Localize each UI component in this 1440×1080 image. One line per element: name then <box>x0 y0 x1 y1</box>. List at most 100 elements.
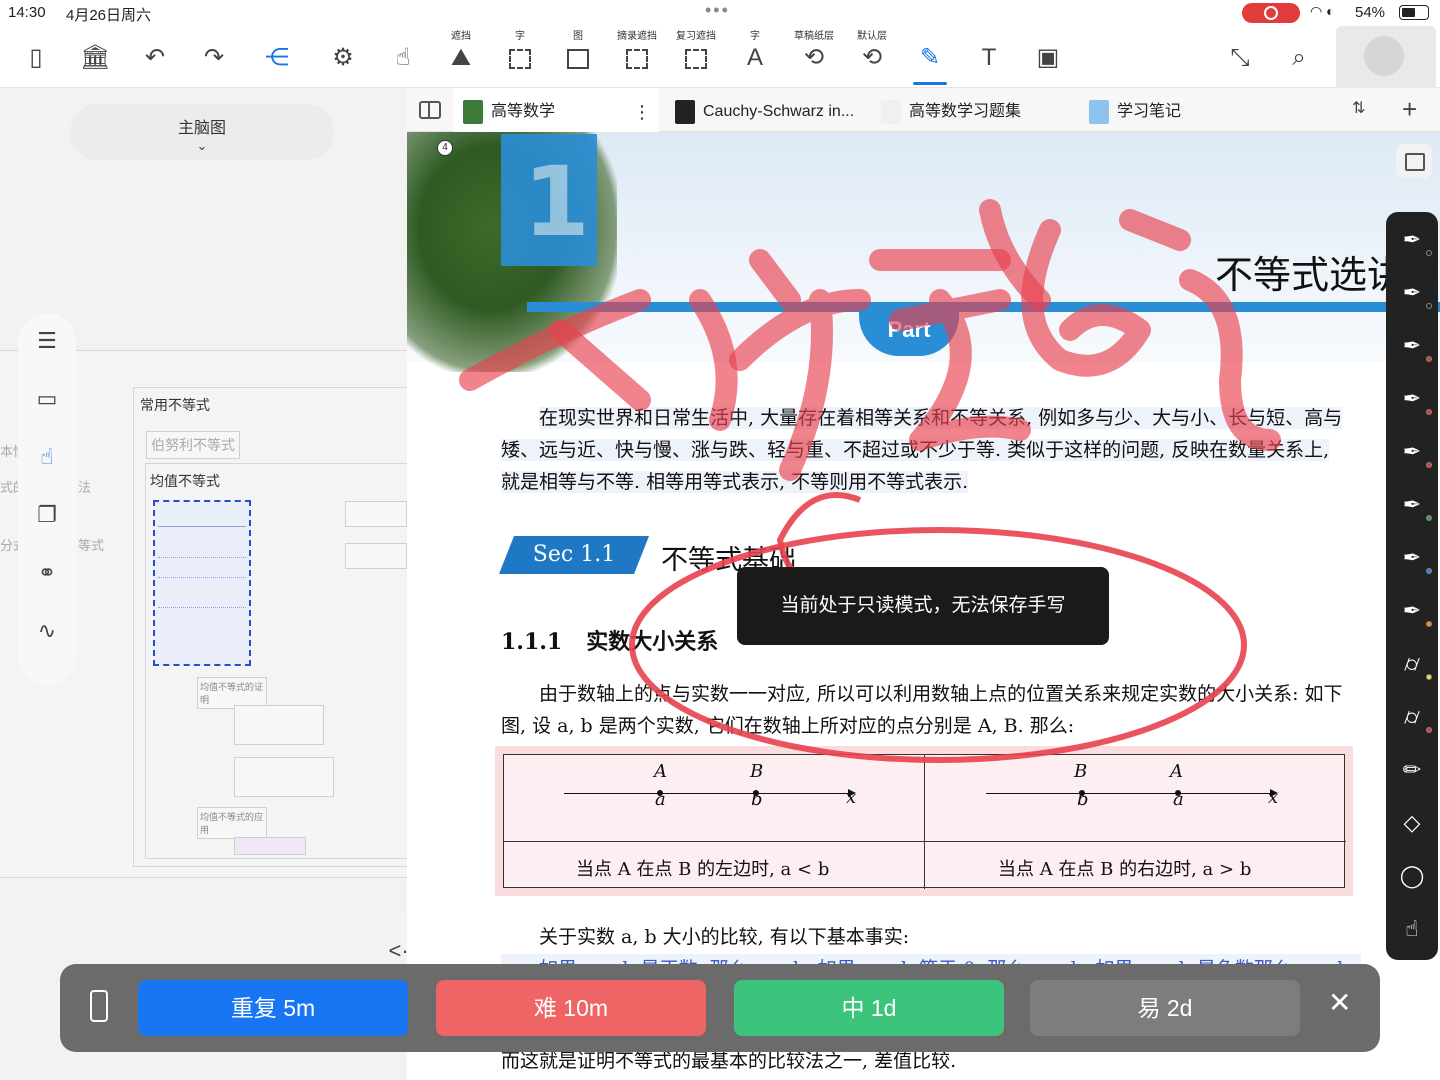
library-tool[interactable]: 🏛 <box>72 26 118 86</box>
handwriting-icon[interactable]: ∿ <box>31 615 63 647</box>
card-view-icon[interactable]: ▭ <box>31 383 63 415</box>
main-toolbar: ▯🏛↶↷⋲⚙☝遮挡⛰字图摘录遮挡复习遮挡字A草稿纸层⟲默认层⟲✎T▣⤡⌕▤⋮ <box>0 26 1440 88</box>
hand-pointer-tool[interactable]: ☝ <box>380 26 426 86</box>
mindmap-node-right-1[interactable] <box>345 501 407 527</box>
undo-tool[interactable]: ↶ <box>132 26 178 86</box>
mindmap-icon: ⋲ <box>265 44 289 71</box>
battery-icon <box>1399 5 1429 20</box>
tool-caption: 图 <box>573 31 583 42</box>
tab-4[interactable]: 学习笔记 <box>1079 88 1285 132</box>
tab-label: 学习笔记 <box>1117 103 1182 120</box>
tool-caption: 默认层 <box>857 31 887 42</box>
review-easy-button[interactable]: 易 2d <box>1030 980 1300 1036</box>
pen-tool-8-icon[interactable]: ✒ <box>1396 595 1432 627</box>
mask-icon: ⛰ <box>450 44 472 71</box>
image-insert-tool[interactable]: ▣ <box>1025 26 1071 86</box>
multitask-dots-icon[interactable]: ••• <box>705 0 730 21</box>
pen-tool-1-icon[interactable]: ✒ <box>1396 224 1432 256</box>
text-box-tool[interactable]: 字 <box>497 26 543 86</box>
lasso-icon[interactable]: ◯ <box>1396 860 1428 892</box>
mindmap-node-side5[interactable]: 等式 <box>78 535 104 554</box>
search-doc-tool[interactable]: ⌕ <box>1276 26 1322 86</box>
pen-tool-2-icon[interactable]: ✒ <box>1396 277 1432 309</box>
review-hard-button[interactable]: 难 10m <box>436 980 706 1036</box>
mindmap-tool[interactable]: ⋲ <box>254 26 300 86</box>
mindmap-node-apply-1[interactable] <box>234 837 306 855</box>
settings-gear-icon: ⚙ <box>332 44 354 71</box>
chapter-number: 1 <box>523 146 590 258</box>
cell2-top2: A <box>1170 761 1183 782</box>
document-thumbnail-icon <box>675 99 695 124</box>
document-thumbnail-icon <box>881 99 901 124</box>
list-icon[interactable]: ☰ <box>31 325 63 357</box>
pen-tool-6-icon[interactable]: ✒ <box>1396 489 1432 521</box>
chevron-down-icon: ⌄ <box>196 138 208 153</box>
outline-toggle-icon[interactable] <box>419 101 441 119</box>
new-tab-icon[interactable]: + <box>1402 94 1417 125</box>
subsection-title: 1.1.1 实数大小关系 <box>501 624 718 656</box>
mindmap-node-apply[interactable]: 均值不等式的应用 <box>197 807 267 839</box>
highlighter-1-icon[interactable]: ⌭ <box>1396 648 1432 680</box>
pencil-icon[interactable]: ✏ <box>1396 754 1428 786</box>
image-box-tool[interactable]: 图 <box>555 26 601 86</box>
draft-layer-tool[interactable]: 草稿纸层 ⟲ <box>791 26 837 86</box>
pen-tool-7-icon[interactable]: ✒ <box>1396 542 1432 574</box>
review-good-button[interactable]: 中 1d <box>734 980 1004 1036</box>
hand-icon[interactable]: ☝ <box>31 441 63 473</box>
tool-caption: 字 <box>515 31 525 42</box>
tool-caption: 摘录遮挡 <box>617 31 657 42</box>
review-mask-tool[interactable]: 复习遮挡 <box>673 26 719 86</box>
pen-tool-5-icon[interactable]: ✒ <box>1396 436 1432 468</box>
tool-caption: 草稿纸层 <box>794 31 834 42</box>
highlighter-2-icon[interactable]: ⌭ <box>1396 701 1432 733</box>
page-badge[interactable]: 4 <box>437 140 453 156</box>
mindmap-pane: 主脑图 ⌄ 常用不等式 伯努利不等式 均值不等式 均值不等式的证明 均值不等式的… <box>0 88 440 1080</box>
mindmap-node-proof-2[interactable] <box>234 757 334 797</box>
cell2-bot1: b <box>1077 789 1089 810</box>
mindmap-node-side3[interactable]: 法 <box>78 477 91 496</box>
tab-label: 高等数学习题集 <box>909 103 1022 120</box>
excerpt-mask-tool[interactable]: 摘录遮挡 <box>614 26 660 86</box>
status-date: 4月26日周六 <box>66 7 152 24</box>
settings-gear-tool[interactable]: ⚙ <box>320 26 366 86</box>
tab-1[interactable]: 高等数学 ⋮ <box>453 88 659 132</box>
mask-tool[interactable]: 遮挡 ⛰ <box>438 26 484 86</box>
redo-tool[interactable]: ↷ <box>191 26 237 86</box>
text-underline-tool[interactable]: 字A <box>732 26 778 86</box>
cell1-caption: 当点 A 在点 B 的左边时, a < b <box>576 859 830 880</box>
pen-tool[interactable]: ✎ <box>907 26 953 86</box>
mindmap-selector-button[interactable]: 主脑图 ⌄ <box>70 104 334 160</box>
panel-toggle-icon[interactable] <box>1396 144 1432 178</box>
copy-icon[interactable]: ❐ <box>31 499 63 531</box>
tool-caption: 复习遮挡 <box>676 31 716 42</box>
text-frame-tool[interactable]: T <box>966 26 1012 86</box>
tab-2[interactable]: Cauchy-Schwarz in... <box>665 88 871 132</box>
default-layer-tool[interactable]: 默认层 ⟲ <box>849 26 895 86</box>
tab-sort-icon[interactable]: ⇅ <box>1352 98 1365 118</box>
tab-3[interactable]: 高等数学习题集 <box>871 88 1077 132</box>
screen-record-icon[interactable] <box>1242 3 1300 23</box>
mindmap-node-right-2[interactable] <box>345 543 407 569</box>
mindmap-node-proof-1[interactable] <box>234 705 324 745</box>
library-icon: 🏛 <box>80 44 111 71</box>
sidebar-tool[interactable]: ▯ <box>13 26 59 86</box>
review-mask-icon <box>681 44 711 72</box>
pen-tool-3-icon[interactable]: ✒ <box>1396 330 1432 362</box>
collapse-tool[interactable]: ⤡ <box>1217 26 1263 86</box>
link-icon[interactable]: ⚭ <box>31 557 63 589</box>
close-icon[interactable]: ✕ <box>1328 986 1351 1019</box>
cell1-axis: x <box>846 787 857 808</box>
mindmap-node-selected[interactable] <box>153 500 251 666</box>
redo-icon: ↷ <box>203 44 225 71</box>
chapter-number-box: 1 <box>501 134 597 266</box>
review-again-button[interactable]: 重复 5m <box>138 980 408 1036</box>
eraser-icon[interactable]: ◇ <box>1396 807 1428 839</box>
subsection-number: 1.1.1 <box>501 629 563 655</box>
touch-gesture-icon[interactable]: ☝ <box>1396 913 1428 945</box>
tab-more-icon[interactable]: ⋮ <box>633 88 651 132</box>
pen-tool-4-icon[interactable]: ✒ <box>1396 383 1432 415</box>
card-icon[interactable] <box>90 990 108 1022</box>
cell1-top1: A <box>654 761 667 782</box>
cell2-top1: B <box>1074 761 1088 782</box>
readonly-toast: 当前处于只读模式，无法保存手写 <box>737 567 1109 645</box>
